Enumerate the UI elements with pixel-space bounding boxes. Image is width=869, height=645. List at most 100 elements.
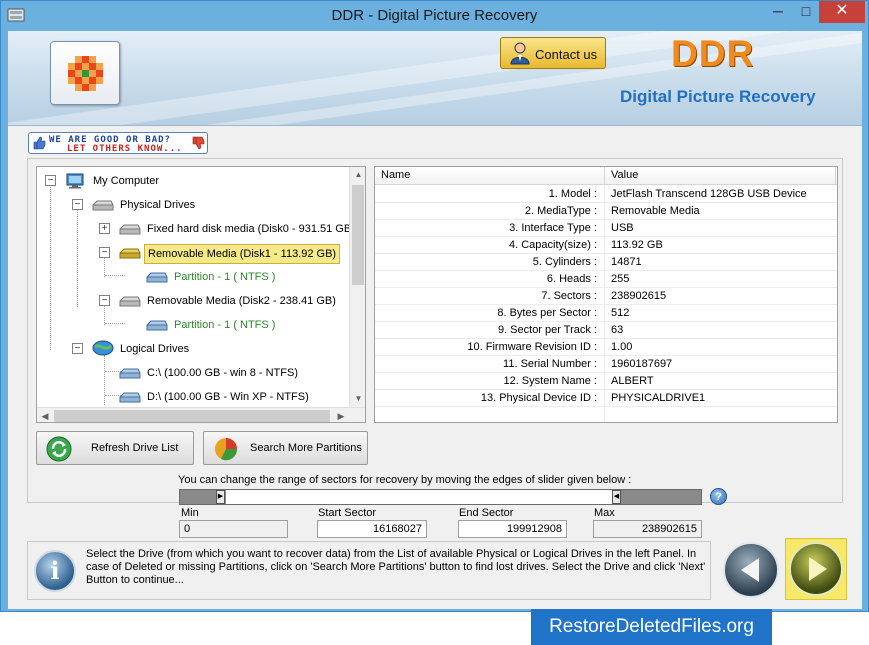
search-label: Search More Partitions <box>250 442 362 454</box>
tree-item-logical-drives[interactable]: − Logical Drives <box>37 340 347 358</box>
tree-item-disk1[interactable]: − Removable Media (Disk1 - 113.92 GB) <box>37 244 347 264</box>
next-button-circle <box>789 542 843 596</box>
tree-vertical-scrollbar[interactable]: ▲ ▼ <box>349 167 365 407</box>
collapse-icon[interactable]: − <box>99 247 110 258</box>
next-button[interactable] <box>785 538 847 600</box>
property-value: 63 <box>611 324 624 336</box>
property-value: Removable Media <box>611 205 700 217</box>
table-row[interactable]: 12. System Name : ALBERT <box>375 373 837 390</box>
contact-us-button[interactable]: Contact us <box>500 37 606 69</box>
scroll-thumb[interactable] <box>352 185 364 285</box>
back-button[interactable] <box>723 542 779 598</box>
property-name: 11. Serial Number : <box>503 358 597 370</box>
footer-site-banner[interactable]: RestoreDeletedFiles.org <box>531 609 772 645</box>
tree-item-disk2[interactable]: − Removable Media (Disk2 - 238.41 GB) <box>37 292 347 310</box>
maximize-button[interactable]: □ <box>792 1 820 23</box>
start-sector-label: Start Sector <box>318 507 377 519</box>
header-banner: Contact us DDR Digital Picture Recovery <box>8 31 862 126</box>
main-panel: − My Computer − Physical Drives + Fixed … <box>27 158 843 503</box>
property-name: 6. Heads : <box>546 273 597 285</box>
slider-track <box>226 490 612 504</box>
table-row[interactable]: 9. Sector per Track : 63 <box>375 322 837 339</box>
sector-range-slider[interactable]: ▶ ◀ <box>179 489 702 505</box>
computer-icon <box>66 173 84 189</box>
column-header-value[interactable]: Value <box>611 169 638 181</box>
table-row[interactable]: 7. Sectors : 238902615 <box>375 288 837 305</box>
close-button[interactable]: ✕ <box>819 1 865 23</box>
app-subtitle: Digital Picture Recovery <box>620 87 816 106</box>
slider-start-handle[interactable]: ▶ <box>216 490 225 504</box>
partition-icon <box>146 320 168 331</box>
refresh-drive-list-button[interactable]: Refresh Drive List <box>36 431 194 465</box>
person-icon <box>510 42 530 65</box>
table-row[interactable]: 1. Model : JetFlash Transcend 128GB USB D… <box>375 186 837 203</box>
tree-item-disk2-partition[interactable]: Partition - 1 ( NTFS ) <box>37 316 347 334</box>
tree-horizontal-scrollbar[interactable]: ◀ ▶ <box>37 407 365 422</box>
end-sector-field[interactable]: 199912908 <box>458 520 567 538</box>
tree-item-physical-drives[interactable]: − Physical Drives <box>37 196 347 214</box>
column-header-name[interactable]: Name <box>381 169 410 181</box>
drive-icon <box>119 296 141 307</box>
tree-label: Removable Media (Disk2 - 238.41 GB) <box>147 295 336 307</box>
thumbs-down-icon <box>192 136 205 150</box>
expand-icon[interactable]: + <box>99 223 110 234</box>
scroll-right-icon[interactable]: ▶ <box>333 408 349 422</box>
app-window: DDR - Digital Picture Recovery ─ □ ✕ Con… <box>0 0 869 612</box>
max-label: Max <box>594 507 615 519</box>
table-row[interactable]: 11. Serial Number : 1960187697 <box>375 356 837 373</box>
collapse-icon[interactable]: − <box>72 343 83 354</box>
scroll-thumb[interactable] <box>54 410 330 422</box>
refresh-icon <box>46 436 72 462</box>
scroll-down-icon[interactable]: ▼ <box>350 391 365 407</box>
tree-label: Logical Drives <box>120 343 190 355</box>
property-value: 238902615 <box>611 290 667 302</box>
table-row[interactable]: 2. MediaType : Removable Media <box>375 203 837 220</box>
help-icon[interactable]: ? <box>710 488 727 505</box>
scroll-left-icon[interactable]: ◀ <box>37 408 53 422</box>
search-more-partitions-button[interactable]: Search More Partitions <box>203 431 368 465</box>
table-row[interactable]: 6. Heads : 255 <box>375 271 837 288</box>
tree-label: Partition - 1 ( NTFS ) <box>174 271 276 283</box>
info-text: Select the Drive (from which you want to… <box>86 548 706 586</box>
property-value: 255 <box>611 273 630 285</box>
property-value: ALBERT <box>611 375 654 387</box>
scroll-up-icon[interactable]: ▲ <box>350 167 365 183</box>
table-row[interactable]: 4. Capacity(size) : 113.92 GB <box>375 237 837 254</box>
title-bar: DDR - Digital Picture Recovery ─ □ ✕ <box>1 1 868 31</box>
table-row[interactable]: 13. Physical Device ID : PHYSICALDRIVE1 <box>375 390 837 407</box>
feedback-line2: LET OTHERS KNOW... <box>67 144 183 154</box>
drive-tree[interactable]: − My Computer − Physical Drives + Fixed … <box>36 166 366 423</box>
collapse-icon[interactable]: − <box>99 295 110 306</box>
table-row[interactable]: 3. Interface Type : USB <box>375 220 837 237</box>
brand-logo-text: DDR <box>671 33 755 74</box>
table-row[interactable]: 8. Bytes per Sector : 512 <box>375 305 837 322</box>
feedback-badge[interactable]: WE ARE GOOD OR BAD? LET OTHERS KNOW... <box>28 132 208 154</box>
tree-label: My Computer <box>93 175 160 187</box>
tree-item-my-computer[interactable]: − My Computer <box>37 172 347 190</box>
tree-item-disk0[interactable]: + Fixed hard disk media (Disk0 - 931.51 … <box>37 220 355 238</box>
min-sector-field: 0 <box>179 520 288 538</box>
property-name: 1. Model : <box>548 188 597 200</box>
property-name: 8. Bytes per Sector : <box>497 307 597 319</box>
property-name: 5. Cylinders : <box>532 256 597 268</box>
drive-icon <box>119 248 141 259</box>
table-row[interactable]: 10. Firmware Revision ID : 1.00 <box>375 339 837 356</box>
min-label: Min <box>181 507 199 519</box>
collapse-icon[interactable]: − <box>45 175 56 186</box>
start-sector-field[interactable]: 16168027 <box>317 520 427 538</box>
table-row[interactable]: 5. Cylinders : 14871 <box>375 254 837 271</box>
collapse-icon[interactable]: − <box>72 199 83 210</box>
property-name: 13. Physical Device ID : <box>480 392 597 404</box>
max-sector-field: 238902615 <box>593 520 702 538</box>
tree-item-drive-c[interactable]: C:\ (100.00 GB - win 8 - NTFS) <box>37 364 347 382</box>
pie-chart-icon <box>215 438 238 461</box>
window-title: DDR - Digital Picture Recovery <box>331 7 538 24</box>
slider-end-handle[interactable]: ◀ <box>612 490 621 504</box>
end-sector-label: End Sector <box>459 507 514 519</box>
minimize-button[interactable]: ─ <box>764 1 792 23</box>
tree-item-drive-d[interactable]: D:\ (100.00 GB - Win XP - NTFS) <box>37 388 347 406</box>
tree-item-disk1-partition[interactable]: Partition - 1 ( NTFS ) <box>37 268 347 286</box>
globe-drive-icon <box>92 340 114 356</box>
info-bar: i Select the Drive (from which you want … <box>27 541 711 600</box>
thumbs-up-icon <box>33 136 46 150</box>
